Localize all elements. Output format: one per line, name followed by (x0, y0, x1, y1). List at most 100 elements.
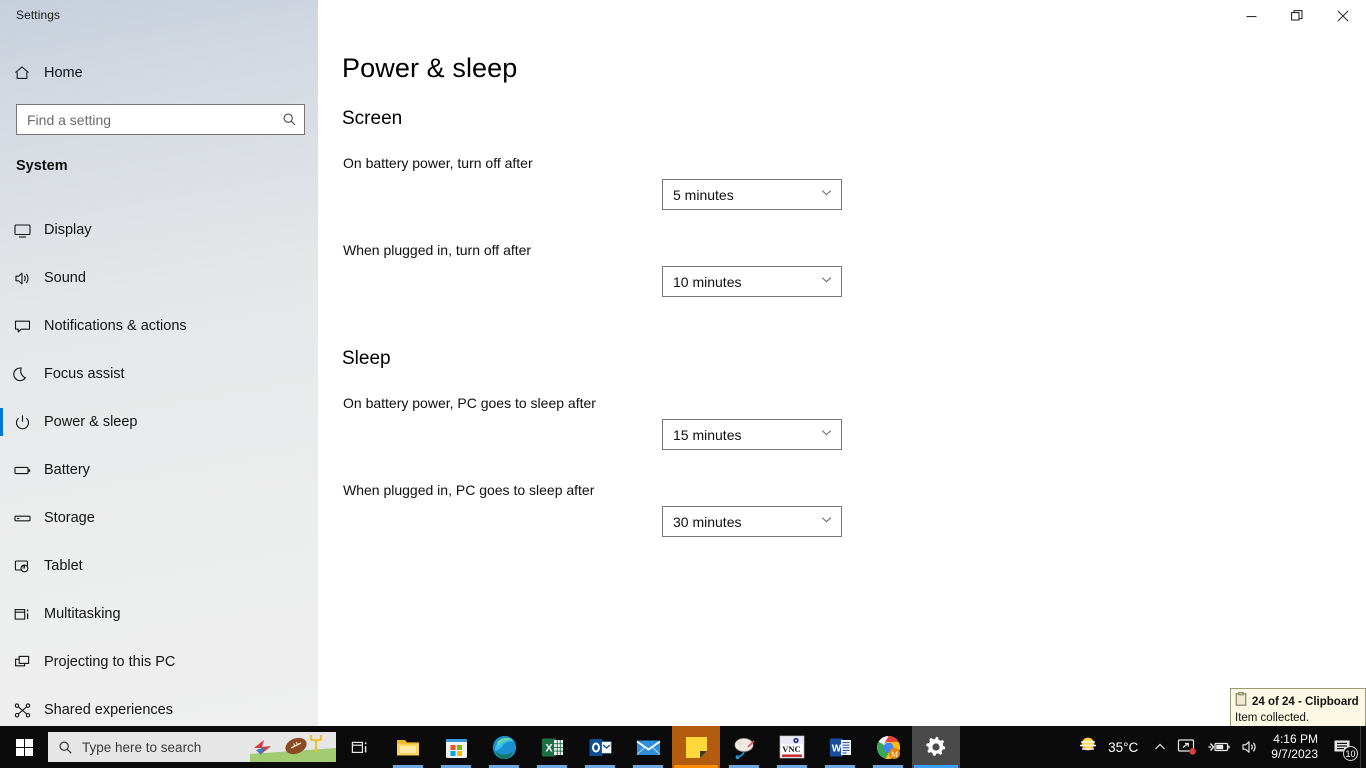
show-hidden-icons-button[interactable] (1148, 726, 1172, 768)
sidebar-item-label: Focus assist (44, 366, 125, 382)
taskbar-app-paint[interactable] (720, 726, 768, 768)
taskbar-app-microsoft-edge[interactable] (480, 726, 528, 768)
dropdown-sleep-battery[interactable]: 15 minutes (662, 419, 842, 450)
dropdown-value: 30 minutes (673, 513, 742, 530)
sidebar-item-sound[interactable]: Sound (0, 254, 318, 302)
sidebar-item-label: Display (44, 222, 92, 238)
taskbar-app-sticky-notes[interactable] (672, 726, 720, 768)
taskbar-search-box[interactable]: Type here to search (48, 732, 336, 762)
action-center-button[interactable]: 10 (1326, 726, 1360, 768)
chevron-down-icon (820, 186, 833, 204)
sidebar-item-label: Multitasking (44, 606, 121, 622)
volume-icon[interactable] (1236, 726, 1265, 768)
svg-text:VNC: VNC (782, 744, 800, 754)
search-input[interactable] (17, 105, 274, 134)
task-view-button[interactable] (336, 726, 384, 768)
restore-button[interactable] (1274, 0, 1320, 32)
sidebar-item-notifications[interactable]: Notifications & actions (0, 302, 318, 350)
moon-icon (0, 365, 44, 384)
chevron-down-icon (820, 273, 833, 291)
toast-title: 24 of 24 - Clipboard (1252, 695, 1359, 708)
page-title: Power & sleep (342, 53, 518, 83)
sidebar-item-label: Sound (44, 270, 86, 286)
taskbar-app-microsoft-outlook[interactable] (576, 726, 624, 768)
system-tray: 35°C 4:16 PM 9/7/2023 10 (1063, 726, 1366, 768)
battery-charging-icon[interactable] (1202, 726, 1236, 768)
clock-time: 4:16 PM (1273, 732, 1318, 746)
close-button[interactable] (1320, 0, 1366, 32)
taskbar-app-settings[interactable] (912, 726, 960, 768)
field-label-sleep-plugged: When plugged in, PC goes to sleep after (343, 482, 595, 498)
notification-count-badge: 10 (1343, 746, 1358, 761)
multitasking-icon (0, 605, 44, 624)
sidebar-item-label: Tablet (44, 558, 83, 574)
sidebar-item-label: Power & sleep (44, 414, 138, 430)
monitor-icon (0, 221, 44, 240)
taskbar: Type here to search X VNC W M 35°C 4:16 … (0, 726, 1366, 768)
clipboard-toast[interactable]: 24 of 24 - Clipboard Item collected. (1230, 688, 1366, 729)
clipboard-icon (1235, 692, 1247, 711)
section-heading-screen: Screen (342, 108, 403, 129)
clock-date: 9/7/2023 (1271, 747, 1318, 761)
sidebar-item-label: Notifications & actions (44, 318, 187, 334)
field-label-screen-battery: On battery power, turn off after (343, 155, 533, 171)
field-label-screen-plugged: When plugged in, turn off after (343, 242, 532, 258)
dropdown-value: 15 minutes (673, 426, 742, 443)
start-button[interactable] (0, 726, 48, 768)
search-icon (48, 740, 82, 755)
svg-text:X: X (545, 742, 553, 754)
sidebar-item-battery[interactable]: Battery (0, 446, 318, 494)
sidebar-item-power-and-sleep[interactable]: Power & sleep (0, 398, 318, 446)
taskbar-app-microsoft-word[interactable]: W (816, 726, 864, 768)
sidebar-item-label: Battery (44, 462, 90, 478)
taskbar-app-microsoft-excel[interactable]: X (528, 726, 576, 768)
share-nodes-icon (0, 701, 44, 720)
section-heading-sleep: Sleep (342, 348, 391, 369)
field-label-sleep-battery: On battery power, PC goes to sleep after (343, 395, 596, 411)
show-desktop-button[interactable] (1360, 726, 1366, 768)
search-banner-art (250, 732, 336, 762)
sidebar-group-title: System (16, 158, 68, 174)
power-icon (0, 413, 44, 432)
dropdown-screen-plugged[interactable]: 10 minutes (662, 266, 842, 297)
settings-window: Settings Home System Display (0, 0, 1366, 768)
weather-widget[interactable]: 35°C (1063, 735, 1148, 760)
screen-share-icon[interactable] (1172, 726, 1202, 768)
home-icon (0, 64, 44, 82)
taskbar-app-mail[interactable] (624, 726, 672, 768)
battery-icon (0, 461, 44, 480)
search-setting-box[interactable] (16, 104, 305, 135)
main-content: Power & sleep Screen On battery power, t… (318, 0, 1366, 726)
chevron-down-icon (820, 513, 833, 531)
haze-sun-icon (1077, 735, 1101, 760)
svg-text:W: W (831, 743, 841, 754)
comment-icon (0, 317, 44, 336)
sidebar-item-home[interactable]: Home (0, 59, 318, 87)
sidebar-item-multitasking[interactable]: Multitasking (0, 590, 318, 638)
taskbar-app-file-explorer[interactable] (384, 726, 432, 768)
sidebar-item-projecting[interactable]: Projecting to this PC (0, 638, 318, 686)
sidebar-item-storage[interactable]: Storage (0, 494, 318, 542)
sidebar-item-label: Projecting to this PC (44, 654, 176, 670)
chevron-down-icon (820, 426, 833, 444)
clock[interactable]: 4:16 PM 9/7/2023 (1265, 726, 1326, 768)
minimize-button[interactable] (1228, 0, 1274, 32)
weather-temperature: 35°C (1108, 739, 1139, 755)
taskbar-app-vnc-viewer[interactable]: VNC (768, 726, 816, 768)
dropdown-value: 10 minutes (673, 273, 742, 290)
sidebar-item-focus-assist[interactable]: Focus assist (0, 350, 318, 398)
sidebar-item-tablet[interactable]: Tablet (0, 542, 318, 590)
sidebar-item-display[interactable]: Display (0, 206, 318, 254)
sidebar-item-home-label: Home (44, 65, 83, 81)
project-icon (0, 653, 44, 672)
svg-text:M: M (890, 750, 897, 759)
window-controls (1228, 0, 1366, 32)
search-icon[interactable] (274, 112, 304, 127)
taskbar-app-microsoft-store[interactable] (432, 726, 480, 768)
dropdown-sleep-plugged[interactable]: 30 minutes (662, 506, 842, 537)
dropdown-screen-battery[interactable]: 5 minutes (662, 179, 842, 210)
sidebar-nav: Display Sound Notifications & actions Fo… (0, 206, 318, 734)
taskbar-app-google-chrome[interactable]: M (864, 726, 912, 768)
app-title: Settings (16, 8, 61, 22)
sidebar-item-label: Storage (44, 510, 95, 526)
